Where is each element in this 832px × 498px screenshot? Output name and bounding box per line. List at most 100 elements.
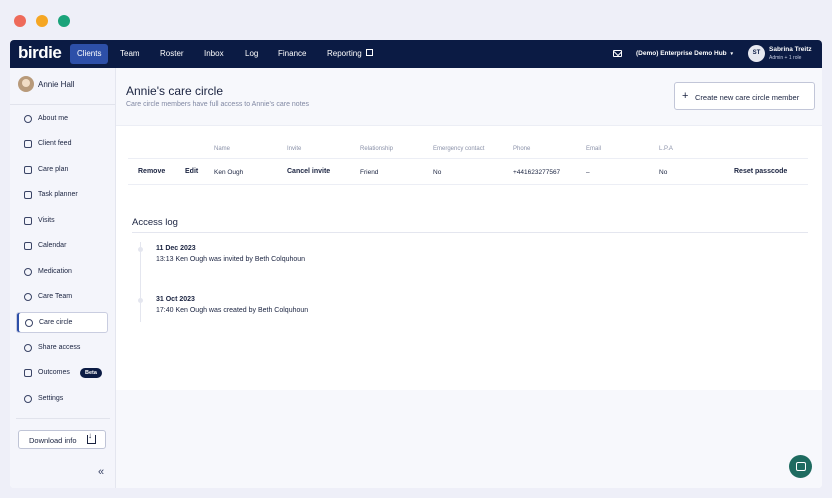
column-header-email: Email [586,146,602,152]
sidebar-item-task-planner[interactable]: Task planner [16,185,108,206]
nav-inbox[interactable]: Inbox [204,40,224,68]
edit-member-button[interactable]: Edit [185,168,198,175]
member-emergency-contact: No [433,169,442,176]
hub-selector[interactable]: (Demo) Enterprise Demo Hub ▾ [636,40,733,68]
nav-roster[interactable]: Roster [160,40,184,68]
member-name: Ken Ough [214,169,244,176]
pill-icon [24,268,32,276]
chevron-down-icon: ▾ [730,51,733,57]
close-window-button[interactable] [14,15,26,27]
content-footer-area [116,390,822,488]
log-entry-text: 17:40 Ken Ough was created by Beth Colqu… [156,307,309,314]
reset-passcode-button[interactable]: Reset passcode [734,168,787,175]
create-care-circle-member-button[interactable]: + Create new care circle member [674,82,815,110]
log-entry-date: 31 Oct 2023 [156,296,195,303]
care-circle-icon [25,319,33,327]
log-entry-date: 11 Dec 2023 [156,245,196,252]
flag-icon [24,369,32,377]
create-button-label: Create new care circle member [695,93,800,102]
sidebar-item-label: Outcomes [38,369,70,376]
nav-reporting[interactable]: Reporting [327,40,373,68]
client-name: Annie Hall [38,80,75,89]
timeline-dot [138,247,143,252]
sidebar-item-medication[interactable]: Medication [16,262,108,283]
gear-icon [24,395,32,403]
log-entry-text: 13:13 Ken Ough was invited by Beth Colqu… [156,256,306,263]
nav-finance[interactable]: Finance [278,40,306,68]
sidebar-item-label: Share access [38,344,81,351]
team-icon [24,293,32,301]
nav-log[interactable]: Log [245,40,258,68]
sidebar: Annie Hall About me Client feed Care pla… [10,68,116,488]
member-lpa: No [659,169,668,176]
calendar-icon [24,242,32,250]
page-title: Annie's care circle [126,84,223,98]
sidebar-item-label: Client feed [38,140,72,147]
download-info-label: Download info [29,436,77,445]
table-divider [128,158,808,159]
remove-member-button[interactable]: Remove [138,168,165,175]
external-link-icon [365,49,373,56]
birdie-logo[interactable]: birdie [18,43,62,63]
share-icon [24,344,32,352]
sidebar-item-label: Care Team [38,293,73,300]
feed-icon [24,140,32,148]
sidebar-item-about-me[interactable]: About me [16,109,108,130]
column-header-emergency-contact: Emergency contact [433,146,485,152]
window-controls [14,15,70,27]
cancel-invite-button[interactable]: Cancel invite [287,168,330,175]
sidebar-item-care-circle[interactable]: Care circle [16,312,108,333]
chat-support-icon[interactable] [789,455,812,478]
mail-icon[interactable] [613,50,622,57]
app-window: birdie Clients Team Roster Inbox Log Fin… [10,40,822,488]
sidebar-divider [10,104,115,105]
access-log-divider [132,232,808,233]
member-email: – [586,169,590,176]
sidebar-item-label: Calendar [38,242,67,249]
member-phone: +441623277567 [513,169,561,176]
sidebar-item-share-access[interactable]: Share access [16,338,108,359]
sidebar-item-label: Care plan [38,166,69,173]
user-name: Sabrina Treitz [769,46,812,53]
client-header[interactable]: Annie Hall [16,76,110,94]
sidebar-item-outcomes[interactable]: Outcomes Beta [16,363,108,384]
sidebar-item-label: Visits [38,217,55,224]
sidebar-item-client-feed[interactable]: Client feed [16,134,108,155]
sidebar-item-care-plan[interactable]: Care plan [16,160,108,181]
nav-reporting-label: Reporting [327,49,362,58]
sidebar-item-label: Task planner [38,191,78,198]
timeline-dot [138,298,143,303]
table-divider [128,184,808,185]
sidebar-item-label: Settings [38,395,64,402]
column-header-name: Name [214,146,231,152]
download-icon [87,431,96,444]
sidebar-item-calendar[interactable]: Calendar [16,236,108,257]
care-plan-icon [24,166,32,174]
sidebar-item-care-team[interactable]: Care Team [16,287,108,308]
user-role: Admin + 1 role [769,55,802,61]
hub-name: (Demo) Enterprise Demo Hub [636,50,727,57]
user-avatar[interactable]: ST [748,45,765,62]
info-icon [24,115,32,123]
collapse-sidebar-button[interactable]: « [98,466,104,478]
main-content: Annie's care circle Care circle members … [116,68,822,488]
sidebar-item-label: Medication [38,268,72,275]
access-log-title: Access log [132,217,178,228]
sidebar-item-settings[interactable]: Settings [16,389,108,410]
page-header: Annie's care circle Care circle members … [116,68,822,126]
client-avatar [18,76,34,92]
timeline-line [140,242,141,322]
sidebar-item-visits[interactable]: Visits [16,211,108,232]
page-subtitle: Care circle members have full access to … [126,101,310,108]
sidebar-item-label: Care circle [39,319,73,326]
nav-clients[interactable]: Clients [70,44,109,64]
column-header-lpa: L.P.A [659,146,673,152]
column-header-invite: Invite [287,146,302,152]
nav-team[interactable]: Team [120,40,140,68]
member-relationship: Friend [360,169,379,176]
minimize-window-button[interactable] [36,15,48,27]
maximize-window-button[interactable] [58,15,70,27]
download-info-button[interactable]: Download info [18,430,106,449]
visits-icon [24,217,32,225]
column-header-phone: Phone [513,146,531,152]
